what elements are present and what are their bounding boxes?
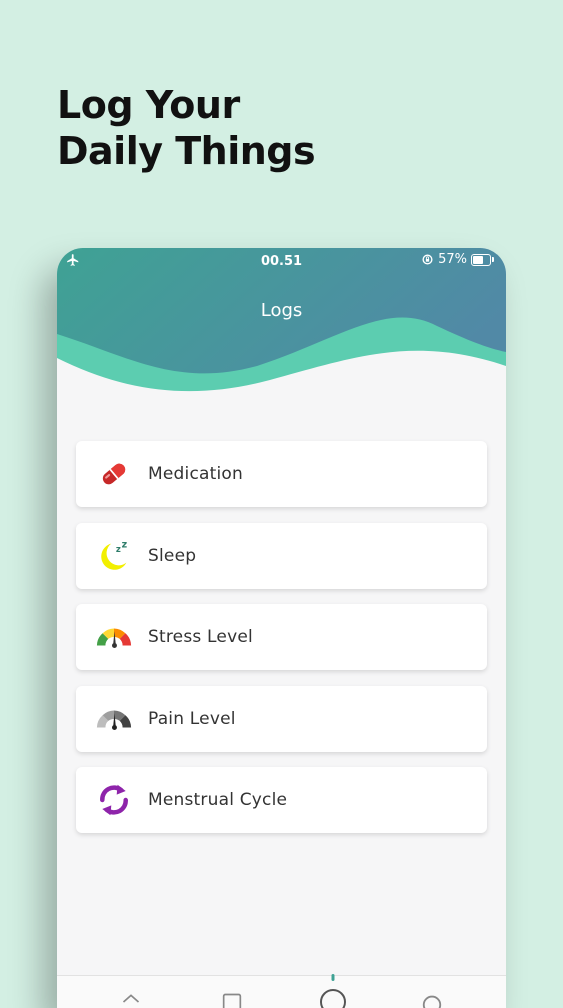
bottom-nav bbox=[57, 975, 506, 1008]
log-item-sleep[interactable]: z z Sleep bbox=[76, 523, 487, 589]
status-right-group: 57% bbox=[421, 252, 494, 267]
logs-tab-icon[interactable] bbox=[318, 974, 348, 1008]
log-item-stress-level[interactable]: Stress Level bbox=[76, 604, 487, 670]
headline-line-2: Daily Things bbox=[57, 128, 315, 174]
notes-icon[interactable] bbox=[221, 992, 243, 1008]
svg-text:z: z bbox=[116, 545, 121, 555]
cycle-icon bbox=[94, 780, 134, 820]
log-item-pain-level[interactable]: Pain Level bbox=[76, 686, 487, 752]
rotation-lock-icon bbox=[421, 253, 434, 266]
log-item-label: Pain Level bbox=[148, 709, 236, 729]
stress-gauge-icon bbox=[94, 617, 134, 657]
profile-icon[interactable] bbox=[421, 992, 443, 1008]
log-list: Medication z z Sleep bbox=[76, 441, 487, 849]
moon-sleep-icon: z z bbox=[94, 536, 134, 576]
home-icon[interactable] bbox=[121, 992, 141, 1008]
log-item-label: Medication bbox=[148, 464, 243, 484]
pain-gauge-icon bbox=[94, 699, 134, 739]
phone-screen: 00.51 57% Logs bbox=[57, 248, 506, 1008]
svg-text:z: z bbox=[122, 539, 128, 550]
log-item-label: Menstrual Cycle bbox=[148, 790, 287, 810]
log-item-label: Stress Level bbox=[148, 627, 253, 647]
log-item-label: Sleep bbox=[148, 546, 196, 566]
page-title: Logs bbox=[57, 300, 506, 321]
headline-line-1: Log Your bbox=[57, 82, 315, 128]
status-bar: 00.51 57% bbox=[57, 248, 506, 274]
battery-icon bbox=[471, 254, 494, 266]
headline: Log Your Daily Things bbox=[57, 82, 315, 174]
log-item-medication[interactable]: Medication bbox=[76, 441, 487, 507]
log-item-menstrual-cycle[interactable]: Menstrual Cycle bbox=[76, 767, 487, 833]
battery-percent: 57% bbox=[438, 252, 467, 267]
pill-icon bbox=[94, 454, 134, 494]
